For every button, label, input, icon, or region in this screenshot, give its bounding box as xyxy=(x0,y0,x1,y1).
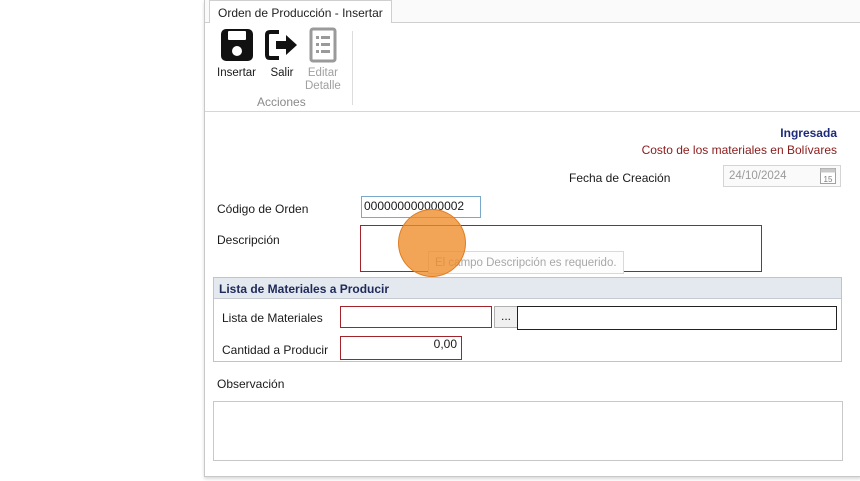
status-label: Ingresada xyxy=(780,126,837,140)
calendar-icon[interactable]: 15 xyxy=(820,168,836,184)
save-icon xyxy=(220,29,253,61)
currency-note: Costo de los materiales en Bolívares xyxy=(641,143,837,157)
ribbon-group-separator xyxy=(352,31,353,105)
list-document-icon xyxy=(309,27,337,63)
tab-strip: Orden de Producción - Insertar xyxy=(205,0,860,24)
ribbon-group-label: Acciones xyxy=(257,95,306,109)
creation-date-label: Fecha de Creación xyxy=(569,171,671,185)
observation-textarea[interactable] xyxy=(213,401,843,461)
exit-button-label: Salir xyxy=(270,67,294,79)
materials-list-input[interactable] xyxy=(340,306,492,328)
calendar-day: 15 xyxy=(824,175,833,184)
edit-detail-label-line1: Editar xyxy=(307,67,338,79)
observation-label: Observación xyxy=(217,377,285,391)
tab-production-order-insert[interactable]: Orden de Producción - Insertar xyxy=(209,0,392,24)
creation-date-value: 24/10/2024 xyxy=(729,170,787,182)
materials-name-field xyxy=(517,306,837,330)
materials-group: Lista de Materiales a Producir Lista de … xyxy=(213,277,842,362)
insert-button[interactable]: Insertar xyxy=(217,27,256,80)
production-order-window: Orden de Producción - Insertar Insertar … xyxy=(204,0,860,477)
ribbon-toolbar: Insertar Salir Editar Detalle Acciones xyxy=(205,23,860,112)
sign-out-icon xyxy=(265,30,297,60)
quantity-label: Cantidad a Producir xyxy=(222,343,329,357)
click-highlight xyxy=(398,209,466,277)
browse-materials-button[interactable]: ... xyxy=(494,306,518,328)
edit-detail-label-line2: Detalle xyxy=(305,80,341,92)
description-label: Descripción xyxy=(217,233,280,247)
order-code-label: Código de Orden xyxy=(217,202,309,216)
exit-button[interactable]: Salir xyxy=(265,27,299,80)
materials-list-label: Lista de Materiales xyxy=(222,311,323,325)
insert-button-label: Insertar xyxy=(217,67,256,79)
creation-date-field: 24/10/2024 15 xyxy=(723,165,841,187)
edit-detail-button[interactable]: Editar Detalle xyxy=(305,27,341,93)
materials-group-title: Lista de Materiales a Producir xyxy=(214,278,841,299)
quantity-input[interactable]: 0,00 xyxy=(340,336,462,360)
